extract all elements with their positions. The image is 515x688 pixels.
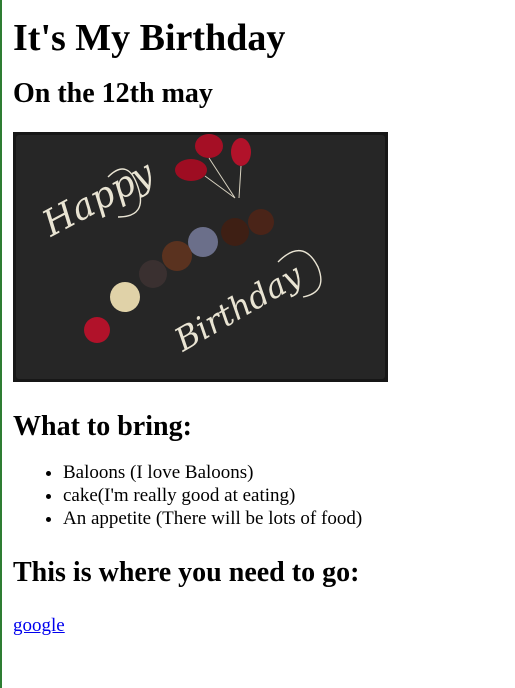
page-title: It's My Birthday [13,17,286,59]
google-link[interactable]: google [13,615,65,637]
bring-heading: What to bring: [13,411,192,442]
list-item: Baloons (I love Baloons) [63,461,515,484]
where-heading: This is where you need to go: [13,557,360,588]
list-item: cake(I'm really good at eating) [63,484,515,507]
list-item: An appetite (There will be lots of food) [63,507,515,530]
page-content: It's My Birthday On the 12th may Happy B… [2,0,515,637]
date-heading: On the 12th may [13,78,213,109]
birthday-image: Happy Birthday [13,132,388,382]
bring-list: Baloons (I love Baloons) cake(I'm really… [13,461,515,530]
